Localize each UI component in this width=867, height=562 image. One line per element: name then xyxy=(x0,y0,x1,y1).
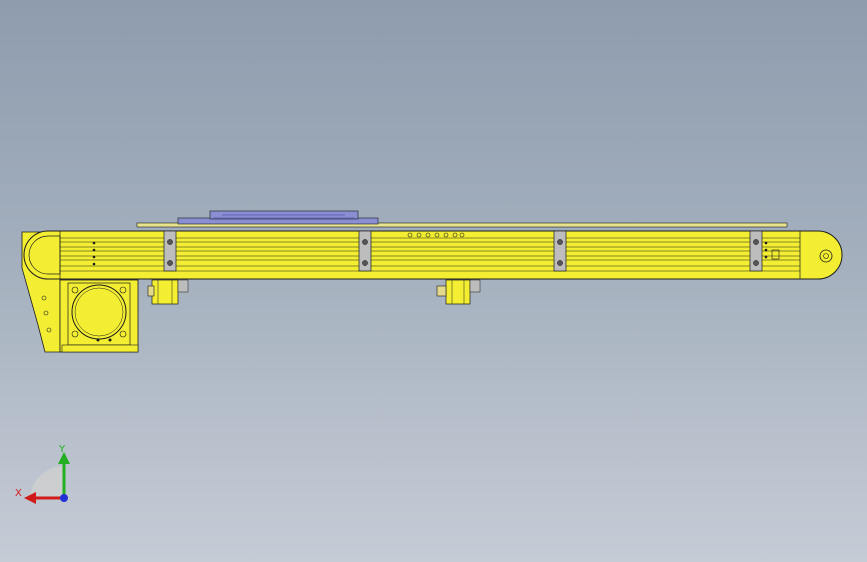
drive-motor xyxy=(59,279,139,353)
x-axis-label: X xyxy=(15,488,22,499)
mounting-blocks xyxy=(147,279,481,305)
graphics-viewport[interactable]: Y X xyxy=(0,0,867,562)
conveyor-frame xyxy=(23,230,843,280)
z-axis-dot xyxy=(60,494,68,502)
y-axis-label: Y xyxy=(58,444,66,455)
x-axis-head xyxy=(24,492,36,504)
top-fixture-plate xyxy=(136,210,788,228)
coordinate-triad: Y X xyxy=(15,444,70,504)
conveyor-model[interactable] xyxy=(0,0,867,562)
